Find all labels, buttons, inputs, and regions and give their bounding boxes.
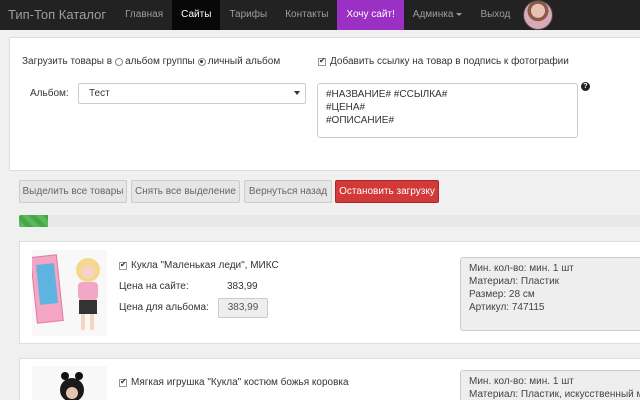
- select-all-button[interactable]: Выделить все товары: [19, 180, 127, 203]
- product-specs-box: Мин. кол-во: мин. 1 шт Материал: Пластик…: [460, 370, 640, 400]
- stop-upload-button[interactable]: Остановить загрузку: [335, 180, 439, 203]
- upload-target-label: Загрузить товары в: [22, 56, 113, 67]
- site-price-label: Цена на сайте:: [119, 281, 189, 292]
- user-avatar[interactable]: [523, 0, 554, 30]
- product-specs-box: Мин. кол-во: мин. 1 шт Материал: Пластик…: [460, 257, 640, 331]
- spec-line: Размер: 28 см: [469, 289, 535, 300]
- radio-group-album-label[interactable]: альбом группы: [125, 56, 195, 67]
- product-image[interactable]: [32, 366, 107, 400]
- upload-progress-bar: [19, 215, 640, 227]
- product-title-row: Мягкая игрушка "Кукла" костюм божья коро…: [119, 377, 349, 388]
- caret-down-icon: [456, 12, 463, 16]
- select-arrow-icon: [294, 91, 300, 95]
- product-title: Кукла "Маленькая леди", МИКС: [131, 260, 279, 271]
- spec-line: Мин. кол-во: мин. 1 шт: [469, 376, 574, 387]
- album-price-label: Цена для альбома:: [119, 302, 209, 313]
- nav-sites[interactable]: Сайты: [172, 0, 221, 30]
- nav-contacts[interactable]: Контакты: [276, 0, 337, 30]
- add-link-row: Добавить ссылку на товар в подпись к фот…: [318, 56, 569, 67]
- album-select-value: Тест: [89, 88, 110, 99]
- site-price-value: 383,99: [227, 281, 258, 292]
- caption-template-textarea[interactable]: #НАЗВАНИЕ# #ССЫЛКА# #ЦЕНА# #ОПИСАНИЕ#: [317, 83, 578, 138]
- album-label: Альбом:: [30, 88, 69, 99]
- brand-logo[interactable]: Тип-Топ Каталог: [0, 0, 116, 30]
- back-button[interactable]: Вернуться назад: [244, 180, 332, 203]
- radio-personal-album-label[interactable]: личный альбом: [208, 56, 280, 67]
- help-icon[interactable]: ?: [581, 82, 590, 91]
- deselect-all-button[interactable]: Снять все выделение: [131, 180, 240, 203]
- top-navbar: Тип-Топ Каталог Главная Сайты Тарифы Кон…: [0, 0, 640, 30]
- nav-want-site[interactable]: Хочу сайт!: [337, 0, 404, 30]
- nav-tariffs[interactable]: Тарифы: [220, 0, 276, 30]
- product-title-row: Кукла "Маленькая леди", МИКС: [119, 260, 279, 271]
- album-price-input[interactable]: 383,99: [218, 298, 268, 318]
- radio-personal-album[interactable]: [197, 57, 206, 66]
- nav-admin-dropdown[interactable]: Админка: [404, 0, 472, 30]
- progress-fill: [19, 215, 48, 227]
- add-link-checkbox[interactable]: [318, 56, 326, 66]
- nav-home[interactable]: Главная: [116, 0, 172, 30]
- nav-admin-label: Админка: [412, 9, 454, 20]
- product-select-checkbox[interactable]: [119, 260, 127, 270]
- product-image[interactable]: [29, 250, 107, 336]
- spec-line: Материал: Пластик, искусственный мех: [469, 389, 640, 400]
- product-title: Мягкая игрушка "Кукла" костюм божья коро…: [131, 377, 349, 388]
- nav-logout[interactable]: Выход: [471, 0, 519, 30]
- add-link-label[interactable]: Добавить ссылку на товар в подпись к фот…: [330, 56, 569, 67]
- radio-group-album[interactable]: [115, 57, 124, 66]
- spec-line: Артикул: 747115: [469, 302, 545, 313]
- upload-target-row: Загрузить товары в альбом группы личный …: [22, 56, 280, 67]
- spec-line: Материал: Пластик: [469, 276, 560, 287]
- album-select[interactable]: Тест: [78, 83, 306, 104]
- spec-line: Мин. кол-во: мин. 1 шт: [469, 263, 574, 274]
- product-select-checkbox[interactable]: [119, 377, 127, 387]
